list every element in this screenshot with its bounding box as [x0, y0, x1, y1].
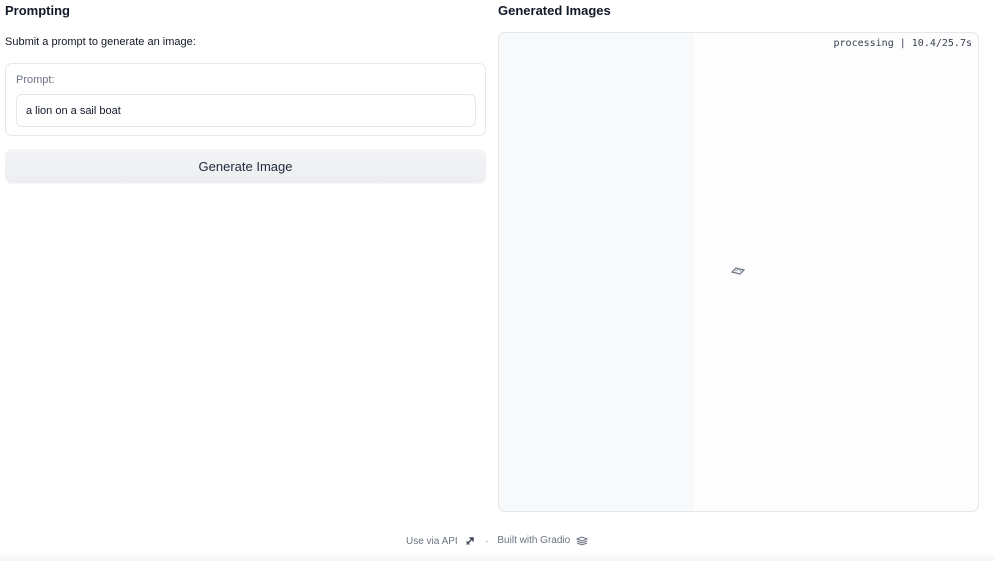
- footer: Use via API · Built with Gradio: [0, 535, 994, 551]
- rocket-icon: [466, 537, 475, 545]
- built-with-gradio-link[interactable]: Built with Gradio: [497, 535, 589, 547]
- prompt-input[interactable]: [16, 94, 476, 127]
- generate-image-button[interactable]: Generate Image: [5, 149, 486, 183]
- progress-status: processing | 10.4/25.7s: [833, 38, 972, 49]
- prompt-block: Prompt:: [5, 63, 486, 136]
- use-via-api-link[interactable]: Use via API: [406, 535, 476, 547]
- prompt-label: Prompt:: [16, 74, 55, 86]
- image-gallery: processing | 10.4/25.7s: [498, 32, 979, 512]
- gradio-logo-icon: [575, 536, 589, 546]
- use-via-api-label: Use via API: [406, 535, 458, 547]
- built-with-gradio-label: Built with Gradio: [497, 535, 571, 547]
- loading-spinner-icon: [730, 267, 746, 275]
- footer-edge: [0, 553, 994, 561]
- prompting-title: Prompting: [5, 3, 70, 18]
- prompt-instruction: Submit a prompt to generate an image:: [5, 36, 196, 48]
- generated-images-title: Generated Images: [498, 3, 611, 18]
- footer-separator: ·: [485, 535, 489, 547]
